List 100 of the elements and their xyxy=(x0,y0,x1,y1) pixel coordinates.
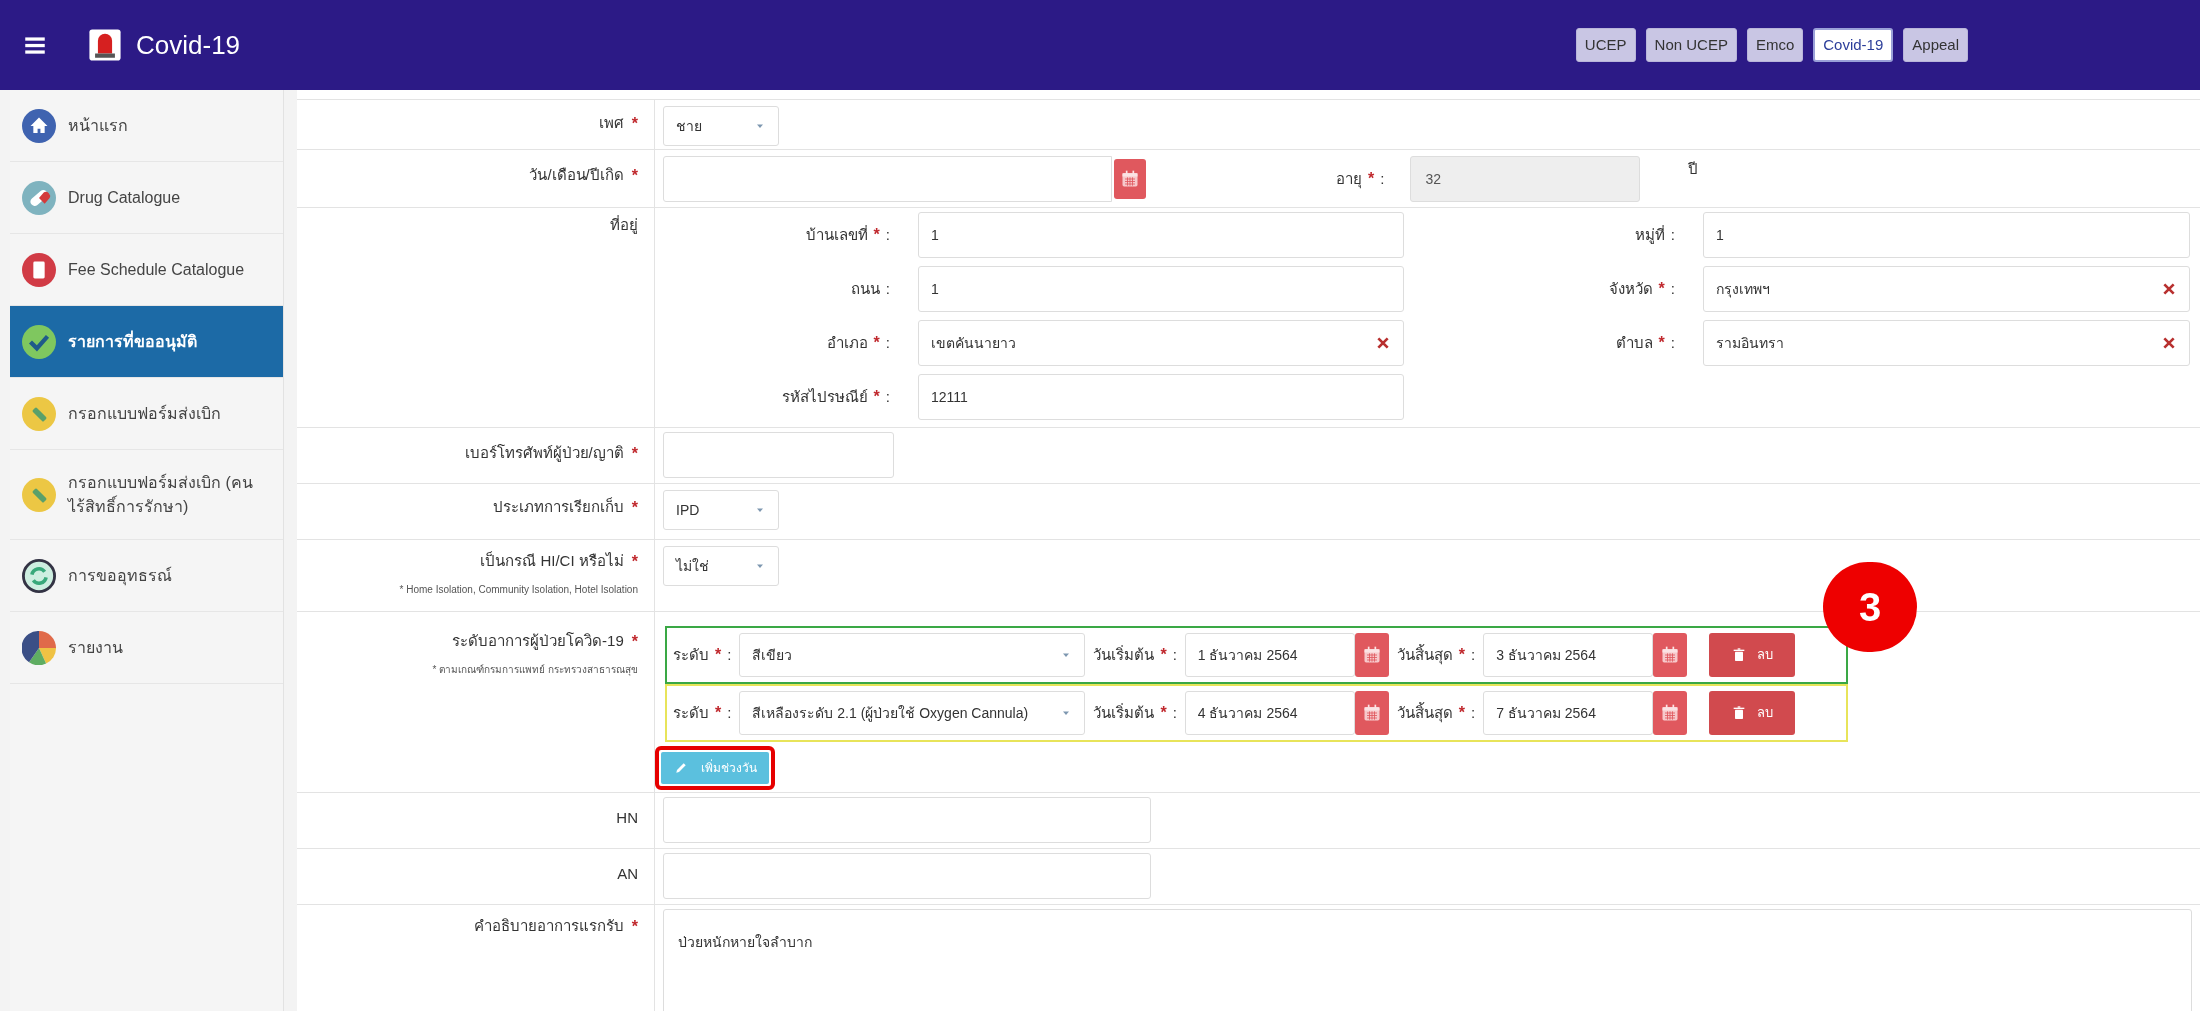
date-field[interactable]: 1 ธันวาคม 2564 xyxy=(1184,633,1355,677)
field-label: รหัสไปรษณีย์ xyxy=(781,386,868,407)
required-mark: * xyxy=(1160,703,1167,723)
clear-icon[interactable] xyxy=(1375,335,1391,351)
text-field[interactable] xyxy=(663,797,1151,843)
required-mark: * xyxy=(873,225,880,245)
home-icon xyxy=(22,108,56,143)
sidebar-item[interactable]: กรอกแบบฟอร์มส่งเบิก (คนไร้สิทธิ์การรักษา) xyxy=(10,450,283,540)
calendar-icon xyxy=(1660,703,1681,723)
field-label: AN xyxy=(617,864,638,884)
calendar-button[interactable] xyxy=(1114,159,1146,199)
header-tab[interactable]: UCEP xyxy=(1575,28,1636,62)
colon: : xyxy=(885,386,890,407)
field-label: อำเภอ xyxy=(826,332,868,353)
dropdown[interactable]: สีเขียว xyxy=(739,633,1086,677)
sidebar-item[interactable]: การขออุทธรณ์ xyxy=(10,540,283,612)
required-mark: * xyxy=(631,444,638,464)
text-area[interactable]: ป่วยหนักหายใจลำบาก xyxy=(663,909,2192,1011)
field-label: ตำบล xyxy=(1615,332,1653,353)
required-mark: * xyxy=(873,333,880,353)
sidebar-label: การขออุทธรณ์ xyxy=(68,565,173,588)
pie-chart-icon xyxy=(22,630,56,665)
required-mark: * xyxy=(715,703,722,723)
colon: : xyxy=(727,644,732,665)
date-field[interactable]: 3 ธันวาคม 2564 xyxy=(1483,633,1654,677)
date-field[interactable]: 4 ธันวาคม 2564 xyxy=(1184,691,1355,735)
colon: : xyxy=(885,332,890,353)
clipboard-icon xyxy=(22,252,56,287)
field-label: HN xyxy=(616,808,638,828)
colon: : xyxy=(1670,224,1675,245)
field-note: * ตามเกณฑ์กรมการแพทย์ กระทรวงสาธารณสุข xyxy=(432,663,638,677)
sidebar-label: กรอกแบบฟอร์มส่งเบิก (คนไร้สิทธิ์การรักษา) xyxy=(68,472,254,517)
field-label: วัน/เดือน/ปีเกิด xyxy=(529,165,624,185)
colon: : xyxy=(1471,644,1476,665)
required-mark: * xyxy=(631,498,638,518)
field-label: ประเภทการเรียกเก็บ xyxy=(492,496,624,517)
colon: : xyxy=(1670,278,1675,299)
colon: : xyxy=(1172,644,1177,665)
delete-button[interactable]: ลบ xyxy=(1709,691,1796,735)
sidebar-item[interactable]: รายการที่ขออนุมัติ xyxy=(10,306,283,378)
text-field[interactable]: 1 xyxy=(918,212,1404,258)
field-label: ถนน xyxy=(850,278,880,299)
text-field[interactable]: 1 xyxy=(918,266,1404,312)
sidebar-label: หน้าแรก xyxy=(68,115,129,136)
calendar-button[interactable] xyxy=(1653,691,1688,735)
sidebar-label: กรอกแบบฟอร์มส่งเบิก xyxy=(68,403,222,424)
delete-button[interactable]: ลบ xyxy=(1709,633,1796,677)
dropdown[interactable]: IPD xyxy=(663,490,779,530)
field-label: ที่อยู่ xyxy=(610,214,638,236)
unit-label: ปี xyxy=(1688,159,1699,179)
text-field[interactable]: 12111 xyxy=(918,374,1404,420)
field-label: ระดับ xyxy=(673,644,709,665)
header-tab[interactable]: Appeal xyxy=(1903,28,1968,62)
dropdown[interactable]: ชาย xyxy=(663,106,779,146)
sidebar-label: รายการที่ขออนุมัติ xyxy=(68,329,198,354)
field-label: บ้านเลขที่ xyxy=(805,224,868,245)
header-tab[interactable]: Covid-19 xyxy=(1813,28,1894,62)
required-mark: * xyxy=(1658,333,1665,353)
sidebar-item[interactable]: Drug Catalogue xyxy=(10,162,283,234)
field-label: วันเริ่มต้น xyxy=(1093,644,1155,665)
sidebar-item[interactable]: กรอกแบบฟอร์มส่งเบิก xyxy=(10,378,283,450)
app-title: Covid-19 xyxy=(136,28,241,62)
pill-icon xyxy=(22,180,56,215)
header-tab[interactable]: Non UCEP xyxy=(1645,28,1737,62)
text-field[interactable]: กรุงเทพฯ xyxy=(1703,266,2190,312)
required-mark: * xyxy=(1160,645,1167,665)
required-mark: * xyxy=(631,552,638,572)
header-tab[interactable]: Emco xyxy=(1746,28,1804,62)
field-label: เบอร์โทรศัพท์ผู้ป่วย/ญาติ xyxy=(464,443,624,464)
date-field[interactable]: 7 ธันวาคม 2564 xyxy=(1483,691,1654,735)
colon: : xyxy=(1380,168,1385,189)
field-label: วันสิ้นสุด xyxy=(1396,643,1453,667)
text-field[interactable] xyxy=(663,853,1151,899)
calendar-button[interactable] xyxy=(1354,691,1389,735)
calendar-button[interactable] xyxy=(1653,633,1688,677)
dropdown[interactable]: สีเหลืองระดับ 2.1 (ผู้ป่วยใช้ Oxygen Cannula) xyxy=(739,691,1086,735)
required-mark: * xyxy=(631,632,638,652)
required-mark: * xyxy=(1458,645,1466,665)
required-mark: * xyxy=(715,645,722,665)
text-field[interactable] xyxy=(663,432,894,478)
field-label: หมู่ที่ xyxy=(1634,224,1665,246)
clear-icon[interactable] xyxy=(2161,281,2177,297)
field-note: * Home Isolation, Community Isolation, Hotel Isolation xyxy=(399,583,638,597)
text-field[interactable]: รามอินทรา xyxy=(1703,320,2190,366)
text-field[interactable]: เขตคันนายาว xyxy=(918,320,1404,366)
sidebar-item[interactable]: หน้าแรก xyxy=(10,90,283,162)
required-mark: * xyxy=(873,387,880,407)
calendar-button[interactable] xyxy=(1354,633,1389,677)
siren-icon xyxy=(88,28,122,62)
sidebar-item[interactable]: รายงาน xyxy=(10,612,283,684)
clear-icon[interactable] xyxy=(2161,335,2177,351)
sidebar-label: รายงาน xyxy=(68,637,124,658)
text-field[interactable]: 1 xyxy=(1703,212,2190,258)
field-label: คำอธิบายอาการแรกรับ xyxy=(473,916,624,936)
field-label: เป็นกรณี HI/CI หรือไม่ xyxy=(480,550,624,571)
dropdown[interactable]: ไม่ใช่ xyxy=(663,546,779,586)
date-field[interactable] xyxy=(663,156,1112,202)
required-mark: * xyxy=(1368,169,1375,189)
field-label: อายุ xyxy=(1336,168,1362,191)
required-mark: * xyxy=(631,166,638,186)
